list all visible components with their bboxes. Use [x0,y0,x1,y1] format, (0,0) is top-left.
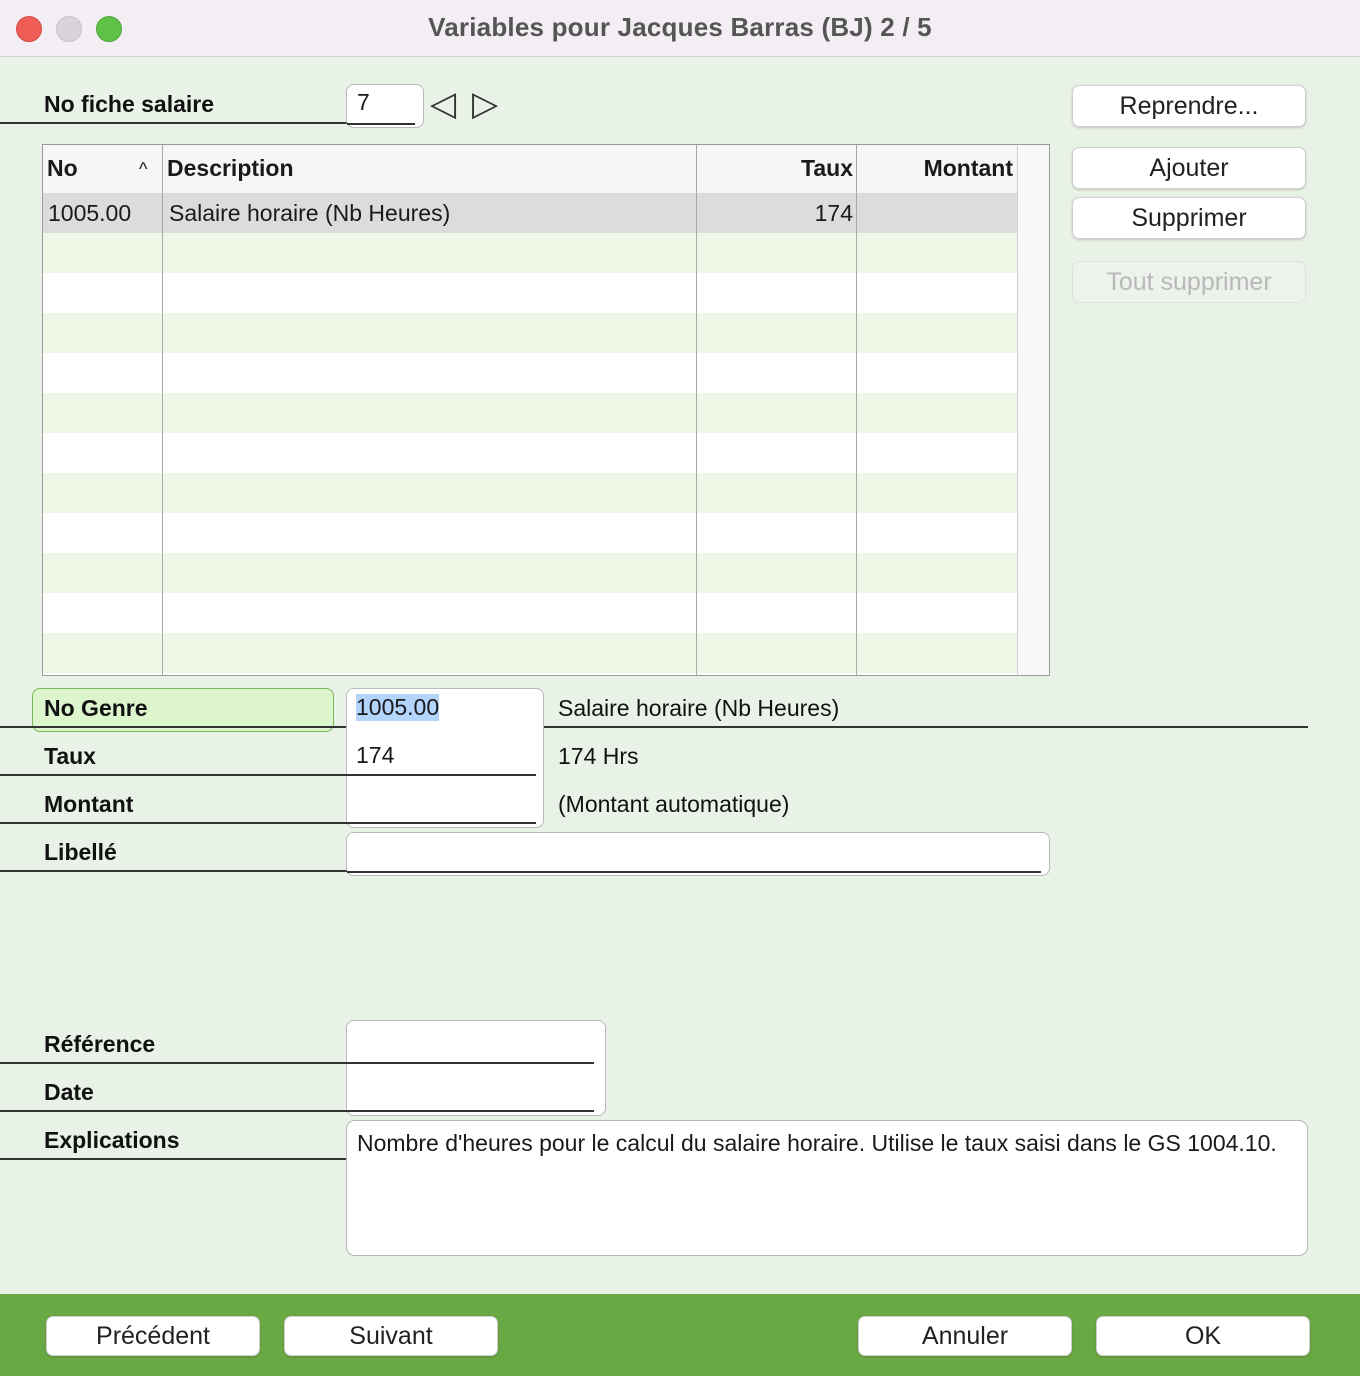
date-label: Date [44,1079,94,1105]
date-field[interactable] [356,1076,586,1106]
table-row[interactable]: 1005.00 Salaire horaire (Nb Heures) 174 [43,193,1017,233]
reprendre-button[interactable]: Reprendre... [1072,85,1306,127]
empty-row [43,273,1017,313]
tout-supprimer-button[interactable]: Tout supprimer [1072,261,1306,303]
fiche-label: No fiche salaire [44,91,215,117]
fiche-number-field[interactable]: 7 [346,84,424,128]
column-divider [856,145,857,675]
reference-underline [0,1062,594,1064]
column-divider [162,145,163,675]
no-genre-label: No Genre [44,695,148,721]
libelle-underline [0,870,348,872]
taux-label: Taux [44,743,96,769]
row-no: 1005.00 [48,200,132,226]
previous-fiche-icon[interactable]: ◁ [430,87,456,121]
column-header-no[interactable]: No [47,155,78,182]
empty-row [43,353,1017,393]
reference-label: Référence [44,1031,156,1057]
annuler-button[interactable]: Annuler [858,1316,1072,1356]
fiche-underline [0,122,348,124]
suivant-button[interactable]: Suivant [284,1316,498,1356]
column-header-description[interactable]: Description [167,155,294,182]
empty-row [43,633,1017,673]
empty-row [43,433,1017,473]
row-description: Salaire horaire (Nb Heures) [169,200,451,226]
next-fiche-icon[interactable]: ▷ [472,87,498,121]
footer-bar: Précédent Suivant Annuler OK [0,1294,1360,1376]
variables-table[interactable]: No ^ Description Taux Montant 1005.00 Sa… [42,144,1050,676]
libelle-label: Libellé [44,839,117,865]
montant-label: Montant [44,791,134,817]
table-header: No ^ Description Taux Montant [43,145,1017,194]
fiche-number-value: 7 [357,89,370,115]
table-scrollbar[interactable] [1017,145,1049,675]
column-header-montant[interactable]: Montant [857,155,1013,182]
taux-underline [0,774,536,776]
taux-field[interactable]: 174 [356,742,394,769]
empty-row [43,233,1017,273]
ok-button[interactable]: OK [1096,1316,1310,1356]
empty-row [43,473,1017,513]
empty-row [43,553,1017,593]
sort-ascending-icon[interactable]: ^ [139,159,147,180]
explications-underline [0,1158,348,1160]
date-underline [0,1110,594,1112]
no-genre-info: Salaire horaire (Nb Heures) [558,695,840,721]
montant-field[interactable] [356,790,536,818]
montant-underline [0,822,536,824]
reference-field[interactable] [356,1028,586,1058]
row-taux: 174 [814,200,853,226]
column-divider [696,145,697,675]
column-header-taux[interactable]: Taux [697,155,853,182]
taux-info: 174 Hrs [558,743,639,769]
no-genre-field[interactable]: 1005.00 [356,694,440,721]
supprimer-button[interactable]: Supprimer [1072,197,1306,239]
empty-row [43,513,1017,553]
ajouter-button[interactable]: Ajouter [1072,147,1306,189]
no-genre-underline [0,726,1308,728]
empty-row [43,393,1017,433]
montant-info: (Montant automatique) [558,791,790,817]
explications-text[interactable]: Nombre d'heures pour le calcul du salair… [346,1120,1308,1256]
title-bar: Variables pour Jacques Barras (BJ) 2 / 5 [0,0,1360,57]
libelle-field[interactable] [346,832,1050,876]
window-title: Variables pour Jacques Barras (BJ) 2 / 5 [428,12,932,42]
precedent-button[interactable]: Précédent [46,1316,260,1356]
empty-row [43,313,1017,353]
explications-label: Explications [44,1127,180,1153]
empty-row [43,593,1017,633]
